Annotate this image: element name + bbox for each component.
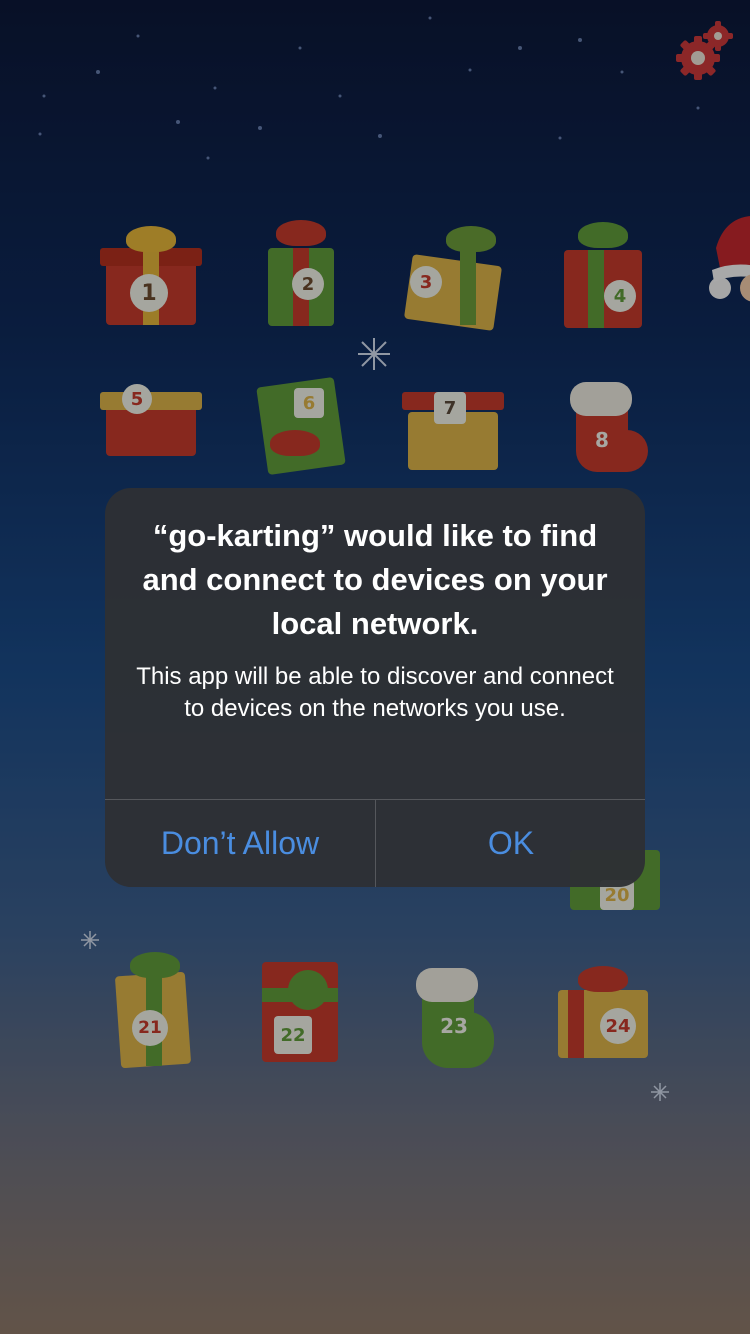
ok-button[interactable]: OK: [376, 800, 645, 887]
alert-message: This app will be able to discover and co…: [136, 663, 614, 722]
alert-title: “go-karting” would like to find and conn…: [142, 518, 608, 641]
dont-allow-button[interactable]: Don’t Allow: [105, 800, 375, 887]
permission-alert: “go-karting” would like to find and conn…: [105, 488, 645, 887]
